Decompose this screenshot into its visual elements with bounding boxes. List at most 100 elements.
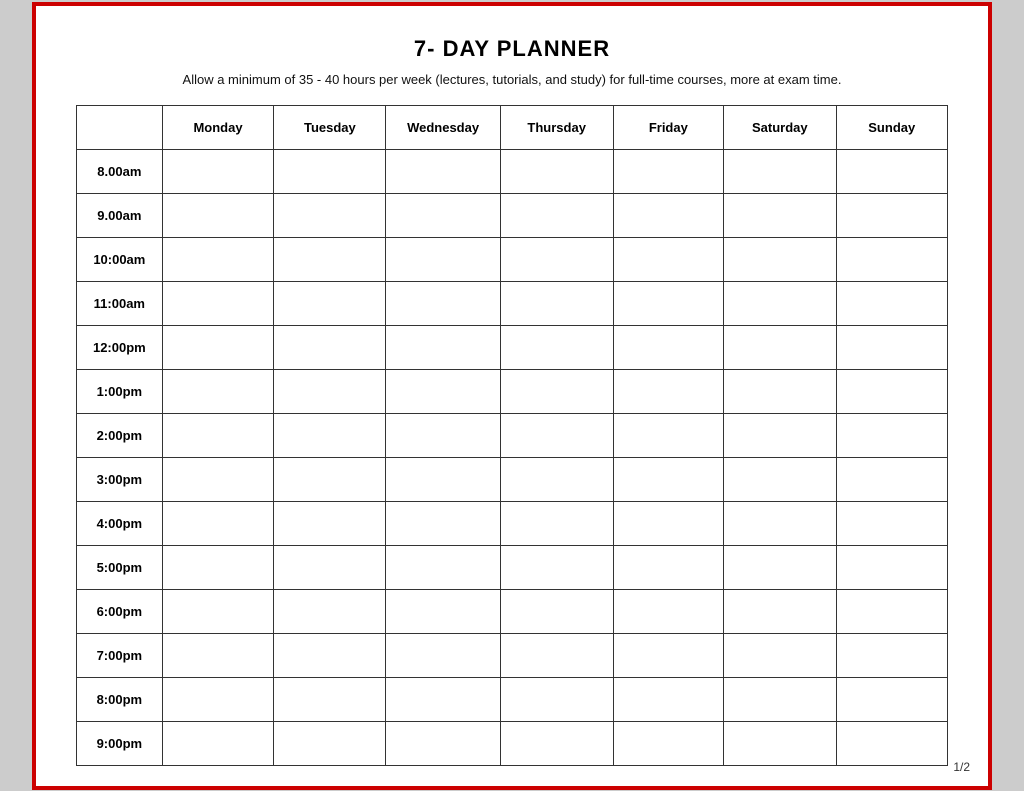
planner-cell[interactable] (162, 545, 274, 589)
planner-cell[interactable] (274, 501, 386, 545)
planner-cell[interactable] (836, 457, 947, 501)
planner-cell[interactable] (162, 193, 274, 237)
planner-cell[interactable] (500, 237, 613, 281)
planner-cell[interactable] (724, 721, 836, 765)
planner-cell[interactable] (274, 545, 386, 589)
planner-cell[interactable] (836, 413, 947, 457)
planner-cell[interactable] (500, 721, 613, 765)
planner-cell[interactable] (162, 237, 274, 281)
planner-cell[interactable] (724, 633, 836, 677)
planner-cell[interactable] (836, 589, 947, 633)
planner-cell[interactable] (724, 237, 836, 281)
planner-cell[interactable] (613, 545, 723, 589)
planner-cell[interactable] (613, 237, 723, 281)
planner-cell[interactable] (274, 721, 386, 765)
planner-cell[interactable] (613, 589, 723, 633)
planner-cell[interactable] (500, 589, 613, 633)
planner-cell[interactable] (500, 369, 613, 413)
time-label: 8.00am (77, 149, 163, 193)
planner-cell[interactable] (500, 501, 613, 545)
planner-cell[interactable] (836, 633, 947, 677)
planner-cell[interactable] (613, 149, 723, 193)
planner-cell[interactable] (162, 633, 274, 677)
planner-cell[interactable] (162, 413, 274, 457)
planner-cell[interactable] (274, 237, 386, 281)
planner-cell[interactable] (386, 413, 500, 457)
planner-cell[interactable] (500, 633, 613, 677)
planner-cell[interactable] (836, 545, 947, 589)
planner-cell[interactable] (724, 413, 836, 457)
planner-cell[interactable] (724, 325, 836, 369)
planner-cell[interactable] (386, 149, 500, 193)
planner-cell[interactable] (386, 501, 500, 545)
planner-cell[interactable] (274, 149, 386, 193)
planner-cell[interactable] (386, 369, 500, 413)
planner-cell[interactable] (836, 193, 947, 237)
planner-cell[interactable] (836, 237, 947, 281)
planner-cell[interactable] (274, 281, 386, 325)
planner-cell[interactable] (613, 677, 723, 721)
planner-cell[interactable] (836, 149, 947, 193)
planner-cell[interactable] (613, 721, 723, 765)
planner-cell[interactable] (724, 369, 836, 413)
planner-cell[interactable] (386, 633, 500, 677)
planner-cell[interactable] (386, 237, 500, 281)
planner-cell[interactable] (613, 501, 723, 545)
planner-cell[interactable] (386, 721, 500, 765)
planner-cell[interactable] (386, 457, 500, 501)
planner-cell[interactable] (274, 457, 386, 501)
planner-cell[interactable] (162, 589, 274, 633)
planner-cell[interactable] (386, 545, 500, 589)
planner-cell[interactable] (836, 677, 947, 721)
planner-cell[interactable] (162, 149, 274, 193)
planner-cell[interactable] (613, 633, 723, 677)
planner-cell[interactable] (500, 677, 613, 721)
planner-cell[interactable] (613, 193, 723, 237)
planner-cell[interactable] (500, 281, 613, 325)
planner-cell[interactable] (836, 281, 947, 325)
planner-cell[interactable] (500, 457, 613, 501)
planner-cell[interactable] (836, 369, 947, 413)
planner-cell[interactable] (724, 501, 836, 545)
planner-cell[interactable] (724, 457, 836, 501)
planner-cell[interactable] (500, 325, 613, 369)
planner-cell[interactable] (836, 501, 947, 545)
planner-cell[interactable] (274, 677, 386, 721)
planner-cell[interactable] (500, 545, 613, 589)
planner-cell[interactable] (500, 149, 613, 193)
planner-cell[interactable] (613, 457, 723, 501)
planner-cell[interactable] (274, 325, 386, 369)
planner-cell[interactable] (500, 413, 613, 457)
planner-cell[interactable] (613, 369, 723, 413)
planner-cell[interactable] (724, 589, 836, 633)
planner-cell[interactable] (613, 325, 723, 369)
planner-cell[interactable] (162, 677, 274, 721)
planner-cell[interactable] (724, 281, 836, 325)
table-row: 9:00pm (77, 721, 948, 765)
planner-cell[interactable] (162, 369, 274, 413)
planner-cell[interactable] (386, 589, 500, 633)
planner-cell[interactable] (162, 457, 274, 501)
planner-cell[interactable] (386, 325, 500, 369)
planner-cell[interactable] (613, 281, 723, 325)
planner-cell[interactable] (162, 721, 274, 765)
planner-cell[interactable] (274, 193, 386, 237)
planner-cell[interactable] (162, 281, 274, 325)
planner-cell[interactable] (162, 325, 274, 369)
planner-cell[interactable] (724, 193, 836, 237)
planner-cell[interactable] (274, 589, 386, 633)
planner-cell[interactable] (274, 413, 386, 457)
planner-cell[interactable] (386, 281, 500, 325)
planner-cell[interactable] (724, 149, 836, 193)
planner-cell[interactable] (613, 413, 723, 457)
planner-cell[interactable] (500, 193, 613, 237)
planner-cell[interactable] (162, 501, 274, 545)
planner-cell[interactable] (274, 633, 386, 677)
planner-cell[interactable] (836, 721, 947, 765)
planner-cell[interactable] (386, 193, 500, 237)
planner-cell[interactable] (386, 677, 500, 721)
planner-cell[interactable] (274, 369, 386, 413)
planner-cell[interactable] (724, 677, 836, 721)
planner-cell[interactable] (724, 545, 836, 589)
planner-cell[interactable] (836, 325, 947, 369)
